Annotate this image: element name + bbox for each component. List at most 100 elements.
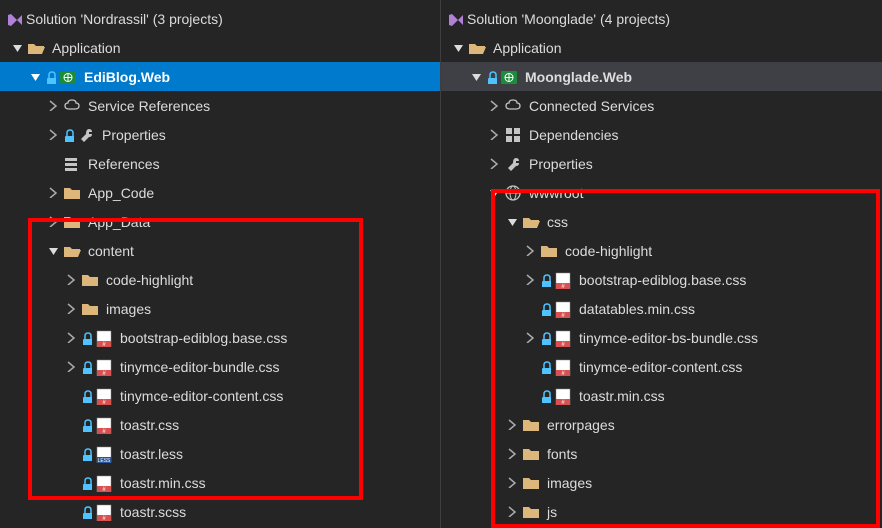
tree-item[interactable]: App_Data [0,207,440,236]
folder-icon [521,473,541,493]
folder-wwwroot[interactable]: wwwroot [441,178,882,207]
tree-item-label: tinymce-editor-bundle.css [120,359,280,375]
tree-item[interactable]: Service References [0,91,440,120]
chevron-icon[interactable] [487,157,501,171]
tree-item-label: tinymce-editor-bs-bundle.css [579,330,758,346]
csproj-icon [58,67,78,87]
chevron-down-icon[interactable] [505,215,519,229]
chevron-icon[interactable] [46,99,60,113]
cloud-icon [503,96,523,116]
tree-item-label: toastr.css [120,417,179,433]
folder-icon [521,502,541,522]
wrench-icon [76,125,96,145]
chevron-icon[interactable] [64,360,78,374]
chevron-icon[interactable] [64,302,78,316]
less-icon [94,444,114,464]
folder-css[interactable]: css [441,207,882,236]
css-icon [553,357,573,377]
solution-label: Solution 'Nordrassil' (3 projects) [26,11,223,27]
chevron-icon[interactable] [64,273,78,287]
tree-item[interactable]: Properties [441,149,882,178]
chevron-icon[interactable] [523,331,537,345]
folder-application[interactable]: Application [441,33,882,62]
tree-item[interactable]: tinymce-editor-bundle.css [0,352,440,381]
tree-item[interactable]: tinymce-editor-content.css [0,381,440,410]
tree-item[interactable]: js [441,497,882,526]
chevron-icon[interactable] [46,186,60,200]
lock-icon [80,386,92,406]
tree-item[interactable]: Dependencies [441,120,882,149]
css-icon [94,328,114,348]
folder-content[interactable]: content [0,236,440,265]
tree-item-label: Dependencies [529,127,619,143]
chevron-down-icon[interactable] [10,41,24,55]
tree-item[interactable]: code-highlight [0,265,440,294]
tree-item[interactable]: toastr.min.css [0,468,440,497]
chevron-icon[interactable] [505,418,519,432]
tree-item-label: code-highlight [565,243,652,259]
tree-item-label: code-highlight [106,272,193,288]
lock-icon [539,328,551,348]
tree-item[interactable]: bootstrap-ediblog.base.css [0,323,440,352]
chevron-icon[interactable] [64,331,78,345]
tree-item[interactable]: toastr.less [0,439,440,468]
tree-item[interactable]: bootstrap-ediblog.base.css [441,265,882,294]
lock-icon [539,386,551,406]
tree-item[interactable]: tinymce-editor-content.css [441,352,882,381]
folder-application[interactable]: Application [0,33,440,62]
tree-item[interactable]: tinymce-editor-bs-bundle.css [441,323,882,352]
chevron-icon[interactable] [487,99,501,113]
chevron-down-icon[interactable] [28,70,42,84]
chevron-down-icon[interactable] [46,244,60,258]
lock-icon [62,125,74,145]
folder-icon [521,444,541,464]
tree-item-label: App_Data [88,214,150,230]
css-icon [553,270,573,290]
lock-icon [539,299,551,319]
tree-item[interactable]: errorpages [441,410,882,439]
tree-item[interactable]: App_Code [0,178,440,207]
solution-label: Solution 'Moonglade' (4 projects) [467,11,670,27]
tree-item-label: tinymce-editor-content.css [579,359,742,375]
tree-item[interactable]: code-highlight [441,236,882,265]
css-icon [94,502,114,522]
tree-item[interactable]: toastr.scss [0,497,440,526]
folder-icon [521,415,541,435]
chevron-icon[interactable] [523,273,537,287]
chevron-icon[interactable] [46,215,60,229]
chevron-down-icon[interactable] [487,186,501,200]
tree-item[interactable]: datatables.min.css [441,294,882,323]
tree-item[interactable]: toastr.min.css [441,381,882,410]
tree-item[interactable]: References [0,149,440,178]
chevron-icon[interactable] [505,447,519,461]
tree-item[interactable]: toastr.css [0,410,440,439]
project-node[interactable]: EdiBlog.Web [0,62,440,91]
chevron-down-icon[interactable] [451,41,465,55]
chevron-icon[interactable] [487,128,501,142]
tree-item-label: errorpages [547,417,615,433]
folder-icon [62,212,82,232]
tree-item-label: toastr.scss [120,504,186,520]
solution-node[interactable]: Solution 'Nordrassil' (3 projects) [0,4,440,33]
tree-item-label: fonts [547,446,577,462]
tree-item[interactable]: Properties [0,120,440,149]
chevron-icon[interactable] [523,244,537,258]
deps-icon [503,125,523,145]
folder-icon [539,241,559,261]
chevron-icon[interactable] [46,128,60,142]
tree-item-label: App_Code [88,185,154,201]
tree-item-label: bootstrap-ediblog.base.css [120,330,287,346]
chevron-icon[interactable] [505,505,519,519]
css-icon [94,357,114,377]
tree-item[interactable]: images [441,468,882,497]
folder-icon [80,270,100,290]
tree-item[interactable]: images [0,294,440,323]
vs-icon [6,11,22,27]
chevron-down-icon[interactable] [469,70,483,84]
lock-icon [80,328,92,348]
tree-item[interactable]: fonts [441,439,882,468]
tree-item[interactable]: Connected Services [441,91,882,120]
chevron-icon[interactable] [505,476,519,490]
solution-node[interactable]: Solution 'Moonglade' (4 projects) [441,4,882,33]
project-node[interactable]: Moonglade.Web [441,62,882,91]
